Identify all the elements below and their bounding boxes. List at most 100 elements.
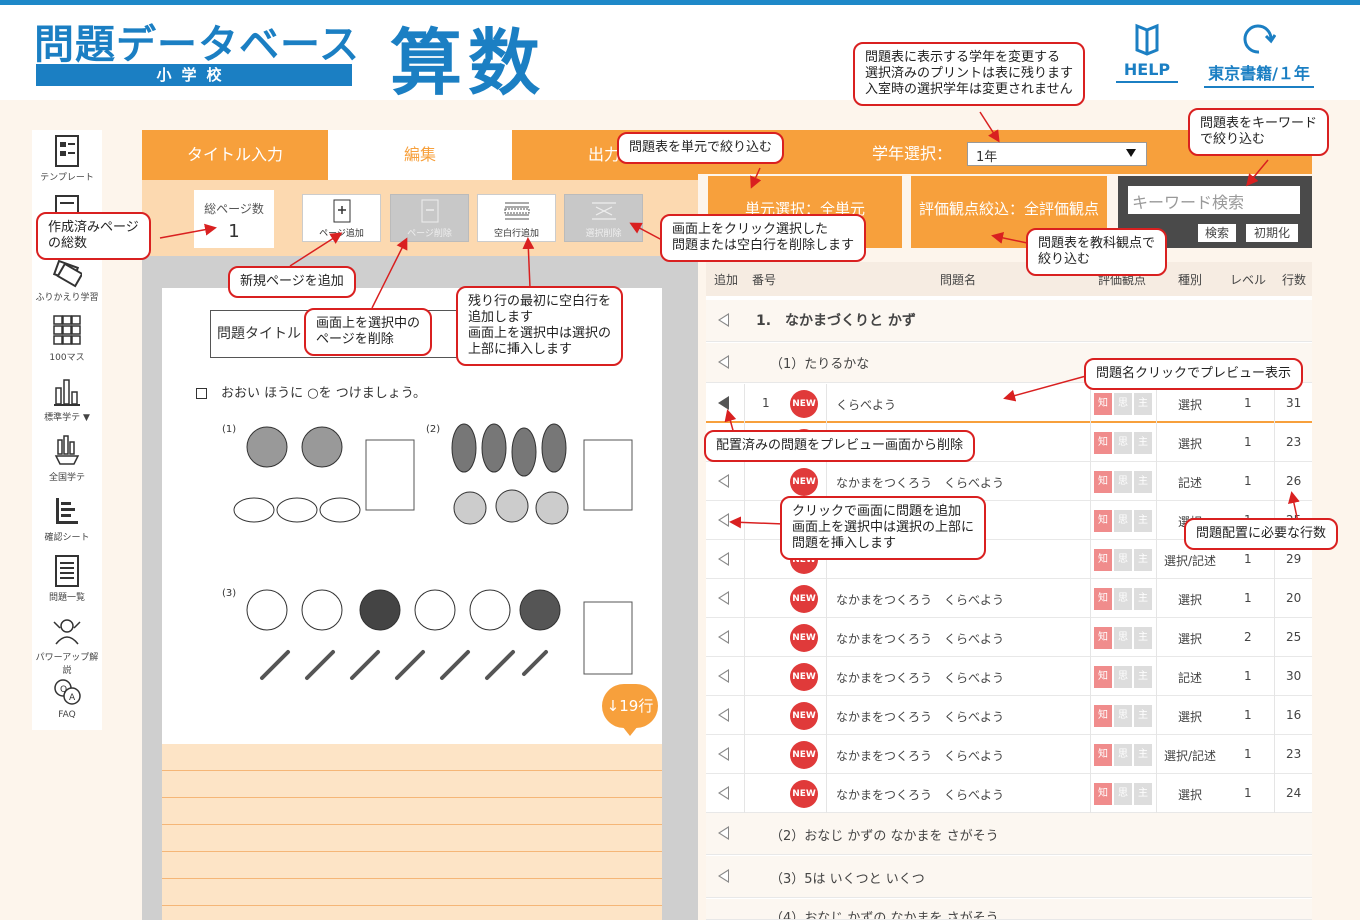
eval-badge-attitude: 主	[1134, 744, 1152, 766]
unit-row[interactable]: （3）5は いくつと いくつ	[706, 856, 1312, 898]
delete-selected-icon	[591, 202, 616, 220]
question-level: 1	[1244, 669, 1252, 683]
help-button[interactable]: HELP	[1116, 22, 1178, 83]
unit-row[interactable]: （4）おなじ かずの なかまを さがそう	[706, 899, 1312, 920]
add-arrow-icon[interactable]	[718, 669, 729, 683]
column-divider	[1156, 618, 1157, 657]
column-divider	[744, 696, 745, 735]
question-type: 選択	[1177, 593, 1202, 607]
add-arrow-icon[interactable]	[718, 708, 729, 722]
publisher-grade-button[interactable]: 東京書籍/１年	[1204, 22, 1314, 88]
eval-badge-thinking: 思	[1114, 783, 1132, 805]
add-arrow-icon[interactable]	[718, 552, 729, 566]
column-divider	[1156, 657, 1157, 696]
question-name[interactable]: なかまをつくろう くらべよう	[836, 708, 1004, 725]
callout-text: クリックで画面に問題を追加 画面上を選択中は選択の上部に 問題を挿入します	[792, 504, 975, 551]
grade-select[interactable]: 1年	[967, 142, 1147, 166]
new-badge: NEW	[790, 468, 818, 496]
callout-text: 作成済みページ の総数	[48, 220, 139, 251]
callout-remove-placed: 配置済みの問題をプレビュー画面から削除	[704, 430, 976, 462]
question-type: 選択/記述	[1163, 554, 1217, 568]
grade-value: 1年	[976, 150, 998, 165]
table-row[interactable]: NEW なかまをつくろう くらべよう 知思主 選択 2 25	[706, 618, 1312, 657]
add-arrow-icon[interactable]	[718, 355, 729, 369]
sidebar-item-100masu[interactable]: 100マス	[32, 310, 102, 370]
delete-selected-button[interactable]: 選択削除	[564, 194, 643, 242]
question-name[interactable]: なかまをつくろう くらべよう	[836, 669, 1004, 686]
add-arrow-icon[interactable]	[718, 630, 729, 644]
column-divider	[1274, 618, 1275, 657]
sidebar-item-label: 確認シート	[44, 533, 90, 543]
unit-row[interactable]: 1. なかまづくりと かず	[706, 300, 1312, 342]
column-divider	[826, 384, 827, 423]
keyword-input[interactable]: キーワード検索	[1128, 186, 1300, 214]
sidebar-item-label: ふりかえり学習	[35, 293, 99, 303]
column-divider	[1274, 735, 1275, 774]
col-type: 種別	[1178, 273, 1203, 287]
question-name[interactable]: なかまをつくろう くらべよう	[836, 747, 1004, 764]
column-divider	[744, 579, 745, 618]
question-name[interactable]: なかまをつくろう くらべよう	[836, 474, 1004, 491]
table-row[interactable]: NEW なかまをつくろう くらべよう 知思主 選択 1 20	[706, 579, 1312, 618]
column-divider	[1090, 462, 1091, 501]
unit-label: 1. なかまづくりと かず	[756, 313, 916, 329]
callout-text: 新規ページを追加	[240, 274, 344, 289]
question-checkbox	[196, 388, 207, 399]
add-arrow-icon[interactable]	[718, 869, 729, 883]
table-row[interactable]: NEW なかまをつくろう くらべよう 知思主選択/記述 1 23	[706, 735, 1312, 774]
search-button[interactable]: 検索	[1198, 224, 1236, 242]
question-type: 選択	[1177, 398, 1202, 412]
new-badge: NEW	[790, 663, 818, 691]
table-row[interactable]: NEW なかまをつくろう くらべよう 知思主 記述 1 30	[706, 657, 1312, 696]
tab-title-input[interactable]: タイトル入力	[142, 130, 328, 180]
sidebar-item-check-sheet[interactable]: 確認シート	[32, 490, 102, 550]
eval-badge-knowledge: 知	[1094, 666, 1112, 688]
question-name[interactable]: なかまをつくろう くらべよう	[836, 630, 1004, 647]
question-name[interactable]: なかまをつくろう くらべよう	[836, 786, 1004, 803]
table-row[interactable]: NEW なかまをつくろう くらべよう 知思主 選択 1 24	[706, 774, 1312, 813]
column-divider	[744, 618, 745, 657]
dog-icons	[246, 589, 561, 631]
column-divider	[744, 540, 745, 579]
column-divider	[826, 579, 827, 618]
sidebar-item-template[interactable]: テンプレート	[32, 130, 102, 190]
reset-button[interactable]: 初期化	[1246, 224, 1298, 242]
column-divider	[744, 462, 745, 501]
question-name[interactable]: なかまをつくろう くらべよう	[836, 591, 1004, 608]
add-arrow-icon[interactable]	[718, 313, 729, 327]
sidebar-item-standard-test[interactable]: 標準学テ ▼	[32, 370, 102, 430]
sidebar-item-faq[interactable]: QA FAQ	[32, 670, 102, 730]
callout-add-page: 新規ページを追加	[228, 266, 356, 298]
unit-row[interactable]: （2）おなじ かずの なかまを さがそう	[706, 813, 1312, 855]
eval-badge-attitude: 主	[1134, 471, 1152, 493]
sidebar-item-national-test[interactable]: 全国学テ	[32, 430, 102, 490]
question-name[interactable]: くらべよう	[836, 396, 896, 413]
delete-selected-label: 選択削除	[585, 229, 622, 239]
add-page-label: ページ追加	[319, 229, 364, 239]
add-arrow-icon[interactable]	[718, 591, 729, 605]
svg-text:Q: Q	[60, 685, 67, 695]
delete-page-button[interactable]: ページ削除	[390, 194, 469, 242]
sidebar-item-question-list[interactable]: 問題一覧	[32, 550, 102, 610]
table-row[interactable]: NEW なかまをつくろう くらべよう 知思主 選択 1 16	[706, 696, 1312, 735]
page-total-label: 総ページ数	[204, 202, 264, 216]
add-arrow-icon[interactable]	[718, 786, 729, 800]
eval-badge-thinking: 思	[1114, 393, 1132, 415]
add-page-button[interactable]: ページ追加	[302, 194, 381, 242]
question-text: おおい ほうに ○を つけましょう。	[221, 386, 426, 401]
add-arrow-icon[interactable]	[718, 474, 729, 488]
add-arrow-icon[interactable]	[718, 396, 729, 410]
question-heading[interactable]: おおい ほうに ○を つけましょう。	[196, 382, 426, 401]
add-arrow-icon[interactable]	[718, 826, 729, 840]
question-type: 記述	[1177, 476, 1202, 490]
add-blank-row-button[interactable]: 空白行追加	[477, 194, 556, 242]
tab-edit[interactable]: 編集	[328, 130, 512, 180]
column-divider	[744, 735, 745, 774]
publisher-label: 東京書籍/１年	[1204, 60, 1314, 88]
eval-badge-thinking: 思	[1114, 588, 1132, 610]
sidebar-item-powerup[interactable]: パワーアップ解説	[32, 610, 102, 676]
eval-badge-knowledge: 知	[1094, 705, 1112, 727]
chevron-down-icon	[1126, 149, 1136, 157]
add-arrow-icon[interactable]	[718, 513, 729, 527]
add-arrow-icon[interactable]	[718, 747, 729, 761]
